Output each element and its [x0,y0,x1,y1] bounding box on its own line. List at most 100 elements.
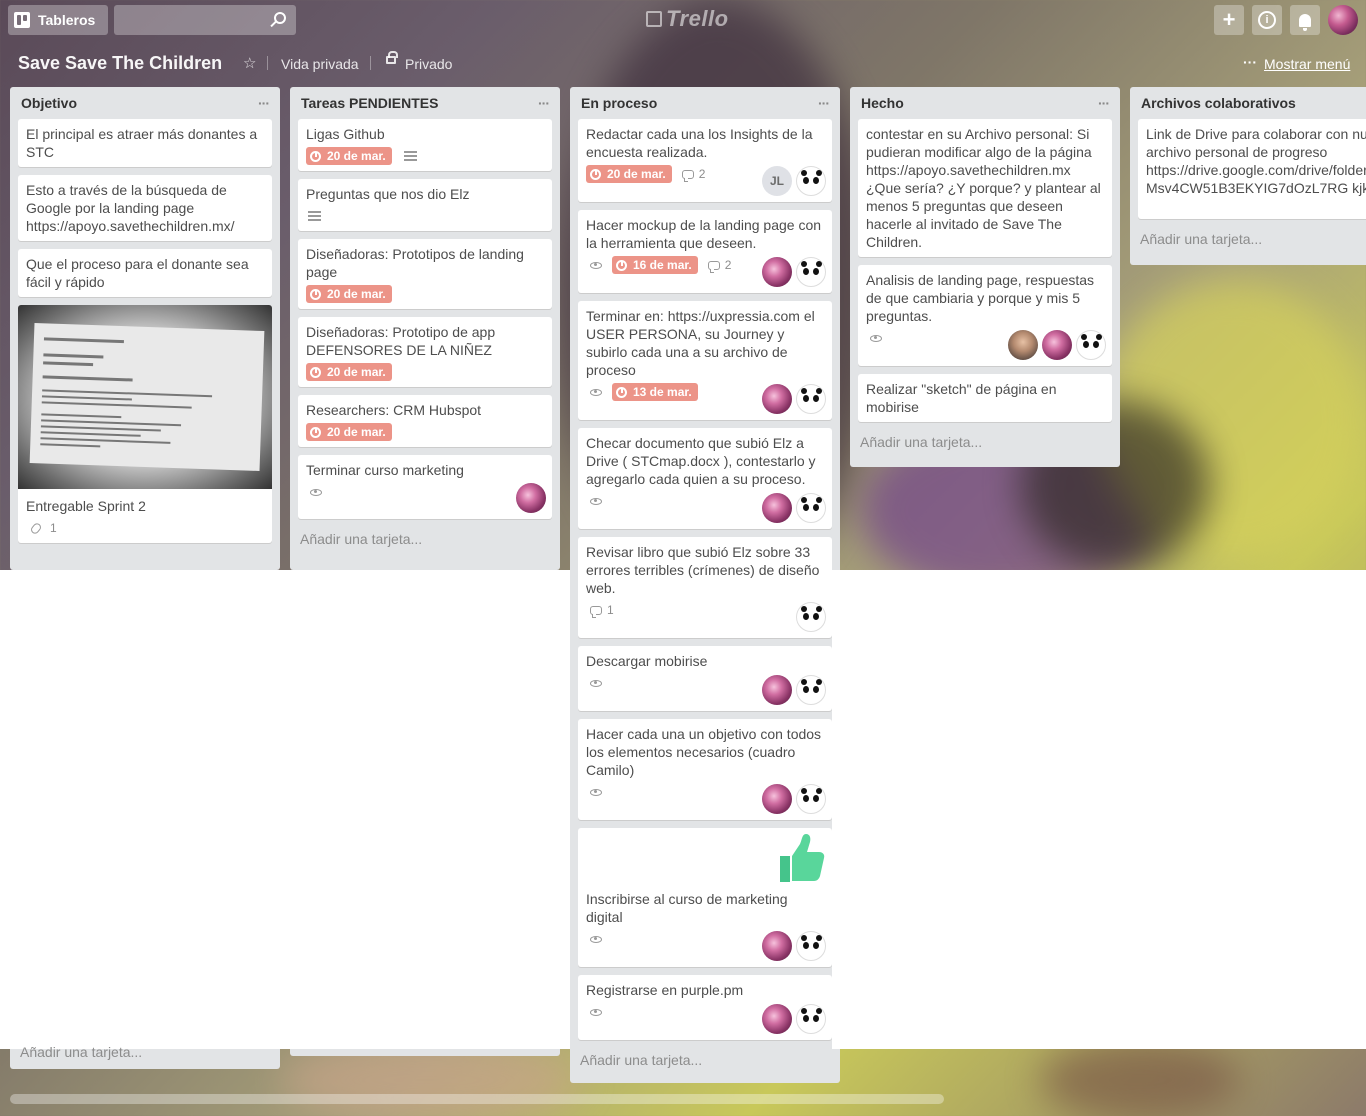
member-avatar[interactable] [762,931,792,961]
member-avatar[interactable] [762,384,792,414]
card[interactable]: Diseñadoras: Prototipos de landing page … [298,239,552,309]
card[interactable]: Entregable Sprint 2 1 [18,305,272,543]
member-avatar[interactable] [762,1004,792,1034]
lock-icon [386,51,398,64]
due-date-badge: 20 de mar. [306,363,392,381]
card[interactable]: Analisis de landing page, respuestas de … [858,265,1112,366]
info-button[interactable]: i [1252,5,1282,35]
card[interactable]: Inscribirse al curso de marketing digita… [578,828,832,967]
horizontal-scrollbar[interactable] [10,1094,944,1104]
clock-icon [310,426,321,438]
list-title[interactable]: Archivos colaborativos [1141,95,1296,111]
more-icon: ··· [1243,54,1257,70]
card[interactable]: Redactar cada una los Insights de la enc… [578,119,832,202]
list-menu-icon[interactable]: ··· [258,95,270,111]
member-avatar[interactable] [762,257,792,287]
card[interactable]: Preguntas que nos dio Elz [298,179,552,231]
trello-logo-icon [646,11,662,27]
card-members [762,784,826,814]
card[interactable]: Realizar "sketch" de página en mobirise [858,374,1112,422]
card[interactable]: Descargar mobirise [578,646,832,711]
attachment-count: 1 [50,521,57,535]
card[interactable]: Terminar en: https://uxpressia.com el US… [578,301,832,420]
member-avatar[interactable] [762,493,792,523]
watch-icon [590,788,602,796]
list-header: En proceso ··· [578,87,832,119]
card[interactable]: Revisar libro que subió Elz sobre 33 err… [578,537,832,638]
member-avatar[interactable] [796,384,826,414]
card[interactable]: Ligas Github 20 de mar. [298,119,552,171]
list-tareas-pendientes: Tareas PENDIENTES ··· Ligas Github 20 de… [290,87,560,570]
card-title: Descargar mobirise [586,653,708,669]
card-title: Checar documento que subió Elz a Drive (… [586,435,816,487]
search-input[interactable] [114,5,296,35]
card[interactable]: Checar documento que subió Elz a Drive (… [578,428,832,529]
list-title[interactable]: Objetivo [21,95,77,111]
list-title[interactable]: Tareas PENDIENTES [301,95,438,111]
member-avatar[interactable] [796,784,826,814]
add-button[interactable]: + [1214,5,1244,35]
card[interactable]: contestar en su Archivo personal: Si pud… [858,119,1112,257]
member-avatar[interactable] [796,1004,826,1034]
card[interactable]: Que el proceso para el donante sea fácil… [18,249,272,297]
member-avatar[interactable] [796,493,826,523]
list-menu-icon[interactable]: ··· [538,95,550,111]
notifications-button[interactable] [1290,5,1320,35]
member-avatar[interactable] [516,483,546,513]
add-card-button[interactable]: Añadir una tarjeta... [858,430,1112,460]
member-avatar[interactable] [1076,330,1106,360]
member-avatar[interactable] [796,257,826,287]
card-members [796,602,826,632]
due-date-badge: 20 de mar. [306,423,392,441]
card-badges: 1 [26,519,264,537]
card-members [762,675,826,705]
render-gap [0,570,568,1049]
card-title: Terminar en: https://uxpressia.com el US… [586,308,815,378]
card[interactable]: Researchers: CRM Hubspot 20 de mar. [298,395,552,447]
member-avatar[interactable] [1008,330,1038,360]
card-members [1008,330,1106,360]
card[interactable]: Terminar curso marketing [298,455,552,519]
list-title[interactable]: Hecho [861,95,904,111]
member-avatar[interactable] [796,931,826,961]
add-card-button[interactable]: Añadir una tarjeta... [298,527,552,557]
team-visibility-button[interactable]: Vida privada [281,56,359,72]
plus-icon: + [1222,7,1236,32]
user-avatar[interactable] [1328,5,1358,35]
board-header: Save Save The Children ☆ Vida privada Pr… [0,46,1366,80]
card[interactable]: Link de Drive para colaborar con nuestro… [1138,119,1366,219]
search-icon[interactable] [274,12,286,24]
member-avatar[interactable] [796,602,826,632]
member-avatar[interactable] [796,166,826,196]
card[interactable]: Registrarse en purple.pm [578,975,832,1040]
member-avatar[interactable] [762,784,792,814]
clock-icon [616,386,627,398]
card[interactable]: Hacer mockup de la landing page con la h… [578,210,832,293]
add-card-button[interactable]: Añadir una tarjeta... [20,1044,142,1060]
list-title[interactable]: En proceso [581,95,657,111]
list-menu-icon[interactable]: ··· [818,95,830,111]
list-objetivo-footer: Añadir una tarjeta... [10,1044,280,1069]
card[interactable]: Esto a través de la búsqueda de Google p… [18,175,272,241]
add-card-button[interactable]: Añadir una tarjeta... [1138,227,1366,257]
card[interactable]: Hacer cada una un objetivo con todos los… [578,719,832,820]
card-title: Link de Drive para colaborar con nuestro… [1146,126,1366,196]
member-avatar[interactable] [1042,330,1072,360]
member-avatar[interactable]: JL [762,166,792,196]
boards-button[interactable]: Tableros [8,5,108,35]
list-menu-icon[interactable]: ··· [1098,95,1110,111]
board-title[interactable]: Save Save The Children [18,53,222,74]
add-card-button[interactable]: Añadir una tarjeta... [578,1048,832,1078]
show-menu-button[interactable]: Mostrar menú [1264,56,1350,72]
list-archivos-colaborativos: Archivos colaborativos Link de Drive par… [1130,87,1366,265]
member-avatar[interactable] [762,675,792,705]
card-title: Hacer cada una un objetivo con todos los… [586,726,822,778]
card[interactable]: Diseñadoras: Prototipo de app DEFENSORES… [298,317,552,387]
card[interactable]: El principal es atraer más donantes a ST… [18,119,272,167]
trello-logo[interactable]: Trello [646,6,729,32]
star-icon[interactable]: ☆ [243,54,256,72]
privacy-button[interactable]: Privado [405,56,452,72]
boards-icon [14,12,30,28]
card-title: Hacer mockup de la landing page con la h… [586,217,822,251]
member-avatar[interactable] [796,675,826,705]
